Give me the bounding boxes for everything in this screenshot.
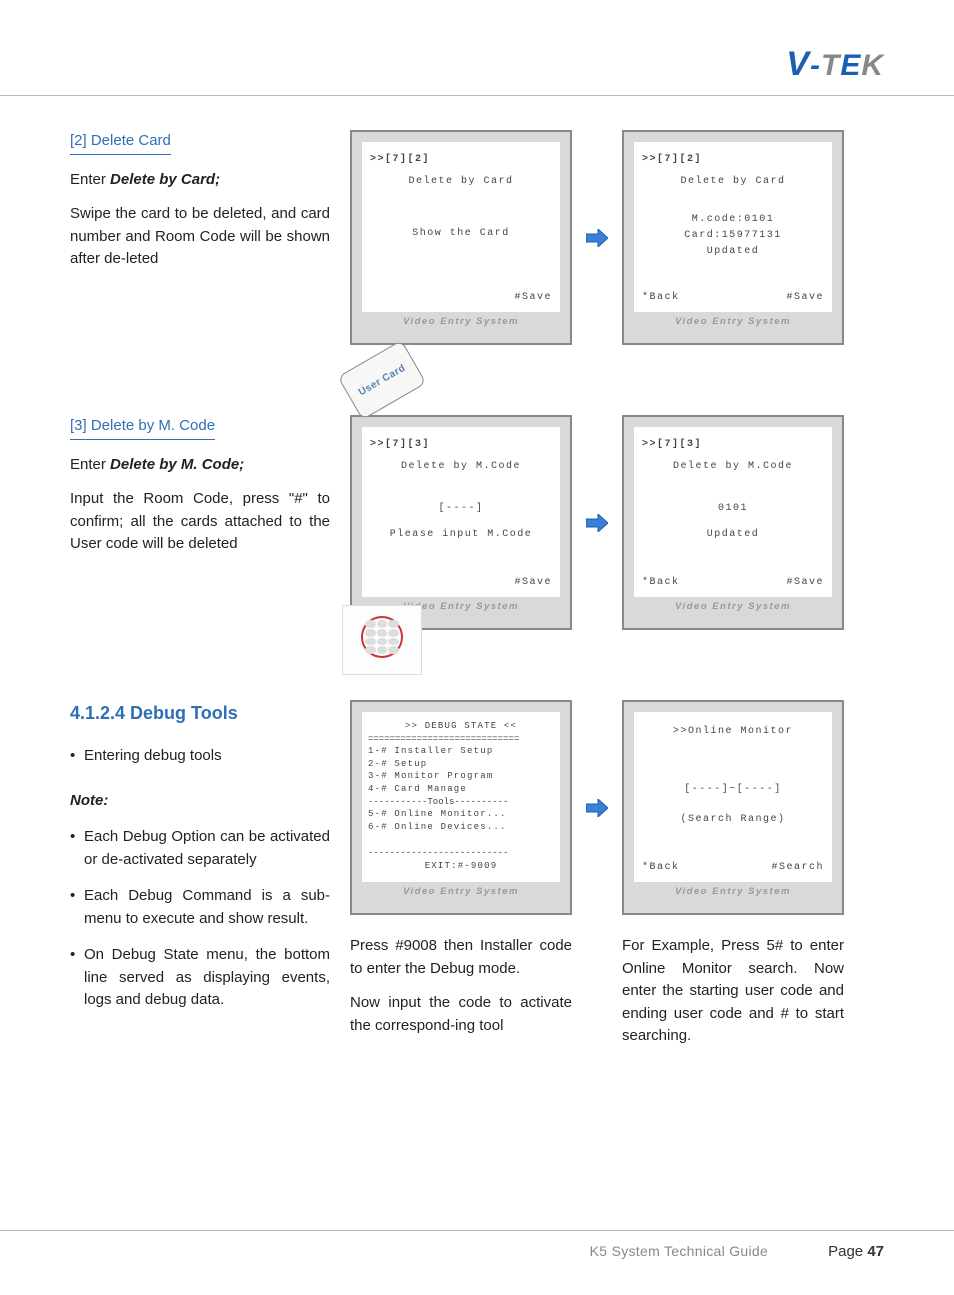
screen-3b-wrap: >>[7][3] Delete by M.Code 0101 Updated *… <box>622 415 844 630</box>
screen-4b: >>Online Monitor [----]~[----] (Search R… <box>622 700 844 915</box>
screen-4b-mid1: [----]~[----] <box>642 782 824 798</box>
screen-2a-title: Delete by Card <box>370 174 552 190</box>
screen-3a-title: Delete by M.Code <box>370 459 552 475</box>
section-2-body: Swipe the card to be deleted, and card n… <box>70 203 330 271</box>
screen-4b-back: *Back <box>642 860 680 876</box>
screen-2b-footer: Video Entry System <box>634 312 832 327</box>
screen-2a-save: #Save <box>514 290 552 306</box>
screen-3b-back: *Back <box>642 575 680 591</box>
logo-t: T <box>821 49 840 82</box>
below-left-1: Press #9008 then Installer code to enter… <box>350 935 572 980</box>
screen-4b-title: >>Online Monitor <box>642 724 824 740</box>
screen-2a-mid: Show the Card <box>370 226 552 242</box>
screen-4a-tools: -----------Tools---------- <box>368 796 554 809</box>
screen-3b-mid2: Updated <box>642 527 824 543</box>
screen-2b-save: #Save <box>786 290 824 306</box>
screen-4a-wrap: >> DEBUG STATE << ======================… <box>350 700 572 915</box>
screen-4a-m1: 1-# Installer Setup <box>368 745 554 758</box>
screen-4b-mid2: (Search Range) <box>642 812 824 828</box>
screen-3a-save: #Save <box>514 575 552 591</box>
logo: V-TEK <box>786 45 884 84</box>
screen-3a-top: >>[7][3] <box>370 437 552 453</box>
screen-4a-m4: 4-# Card Manage <box>368 783 554 796</box>
screen-2a-wrap: >>[7][2] Delete by Card Show the Card #S… <box>350 130 572 345</box>
screen-4a-footer: Video Entry System <box>362 882 560 897</box>
screen-4a-m6: 6-# Online Devices... <box>368 821 554 834</box>
below-right: For Example, Press 5# to enter Online Mo… <box>622 935 844 1048</box>
below-left-2: Now input the code to activate the corre… <box>350 992 572 1037</box>
screen-2b-back: *Back <box>642 290 680 306</box>
screen-4a: >> DEBUG STATE << ======================… <box>350 700 572 915</box>
footer-page-label: Page <box>828 1243 867 1260</box>
screen-4a-m5: 5-# Online Monitor... <box>368 808 554 821</box>
screen-2b-top: >>[7][2] <box>642 152 824 168</box>
section-2-enter-bold: Delete by Card; <box>110 171 220 188</box>
screen-2a: >>[7][2] Delete by Card Show the Card #S… <box>350 130 572 345</box>
screen-3a-mid2: Please input M.Code <box>370 527 552 543</box>
screen-2a-footer: Video Entry System <box>362 312 560 327</box>
screen-4a-title: >> DEBUG STATE << <box>368 720 554 733</box>
logo-e: E <box>840 49 861 82</box>
section-3-enter-bold: Delete by M. Code; <box>110 456 244 473</box>
logo-dash: - <box>810 49 821 82</box>
screen-2b-l2: Card:15977131 <box>642 228 824 244</box>
arrow-icon <box>572 700 622 915</box>
screen-4b-footer: Video Entry System <box>634 882 832 897</box>
screen-4a-dashes: -------------------------- <box>368 847 554 860</box>
keypad-icon <box>342 605 422 675</box>
screen-4a-exit: EXIT:#-9009 <box>368 860 554 873</box>
screen-3a-mid1: [----] <box>370 501 552 517</box>
section-3-enter-prefix: Enter <box>70 456 110 473</box>
footer-guide: K5 System Technical Guide <box>590 1243 768 1259</box>
note-2: Each Debug Command is a sub-menu to exec… <box>70 885 330 930</box>
screen-4a-m3: 3-# Monitor Program <box>368 770 554 783</box>
screen-4b-search: #Search <box>771 860 824 876</box>
screen-3a-wrap: >>[7][3] Delete by M.Code [----] Please … <box>350 415 572 630</box>
screen-4a-m2: 2-# Setup <box>368 758 554 771</box>
arrow-icon <box>572 415 622 630</box>
section-4-text: 4.1.2.4 Debug Tools Entering debug tools… <box>70 700 350 1026</box>
footer-page-num: 47 <box>867 1243 884 1260</box>
screen-3a: >>[7][3] Delete by M.Code [----] Please … <box>350 415 572 630</box>
note-label: Note: <box>70 790 330 813</box>
logo-v: V <box>786 45 810 83</box>
screen-2a-top: >>[7][2] <box>370 152 552 168</box>
screen-4b-wrap: >>Online Monitor [----]~[----] (Search R… <box>622 700 844 915</box>
section-2-heading: [2] Delete Card <box>70 130 171 155</box>
screen-2b-wrap: >>[7][2] Delete by Card M.code:0101 Card… <box>622 130 844 345</box>
screen-3b-title: Delete by M.Code <box>642 459 824 475</box>
arrow-icon <box>572 130 622 345</box>
screen-3b-footer: Video Entry System <box>634 597 832 612</box>
section-3-heading: [3] Delete by M. Code <box>70 415 215 440</box>
screen-3b: >>[7][3] Delete by M.Code 0101 Updated *… <box>622 415 844 630</box>
page-footer: K5 System Technical Guide Page 47 <box>0 1230 954 1260</box>
screen-3b-save: #Save <box>786 575 824 591</box>
note-1: Each Debug Option can be activated or de… <box>70 826 330 871</box>
user-card-icon: User Card <box>337 340 426 420</box>
section-3-body: Input the Room Code, press "#" to confir… <box>70 488 330 556</box>
section-2-text: [2] Delete Card Enter Delete by Card; Sw… <box>70 130 350 283</box>
logo-k: K <box>861 49 884 82</box>
section-2-enter-prefix: Enter <box>70 171 110 188</box>
section-4-bullet1: Entering debug tools <box>70 745 330 768</box>
screen-3b-top: >>[7][3] <box>642 437 824 453</box>
header-rule <box>0 95 954 96</box>
screen-2b-title: Delete by Card <box>642 174 824 190</box>
section-3-text: [3] Delete by M. Code Enter Delete by M.… <box>70 415 350 568</box>
screen-2b-l1: M.code:0101 <box>642 212 824 228</box>
note-3: On Debug State menu, the bottom line ser… <box>70 944 330 1012</box>
screen-2b-l3: Updated <box>642 244 824 260</box>
screen-3b-mid1: 0101 <box>642 501 824 517</box>
screen-2b: >>[7][2] Delete by Card M.code:0101 Card… <box>622 130 844 345</box>
section-4-heading: 4.1.2.4 Debug Tools <box>70 700 330 727</box>
